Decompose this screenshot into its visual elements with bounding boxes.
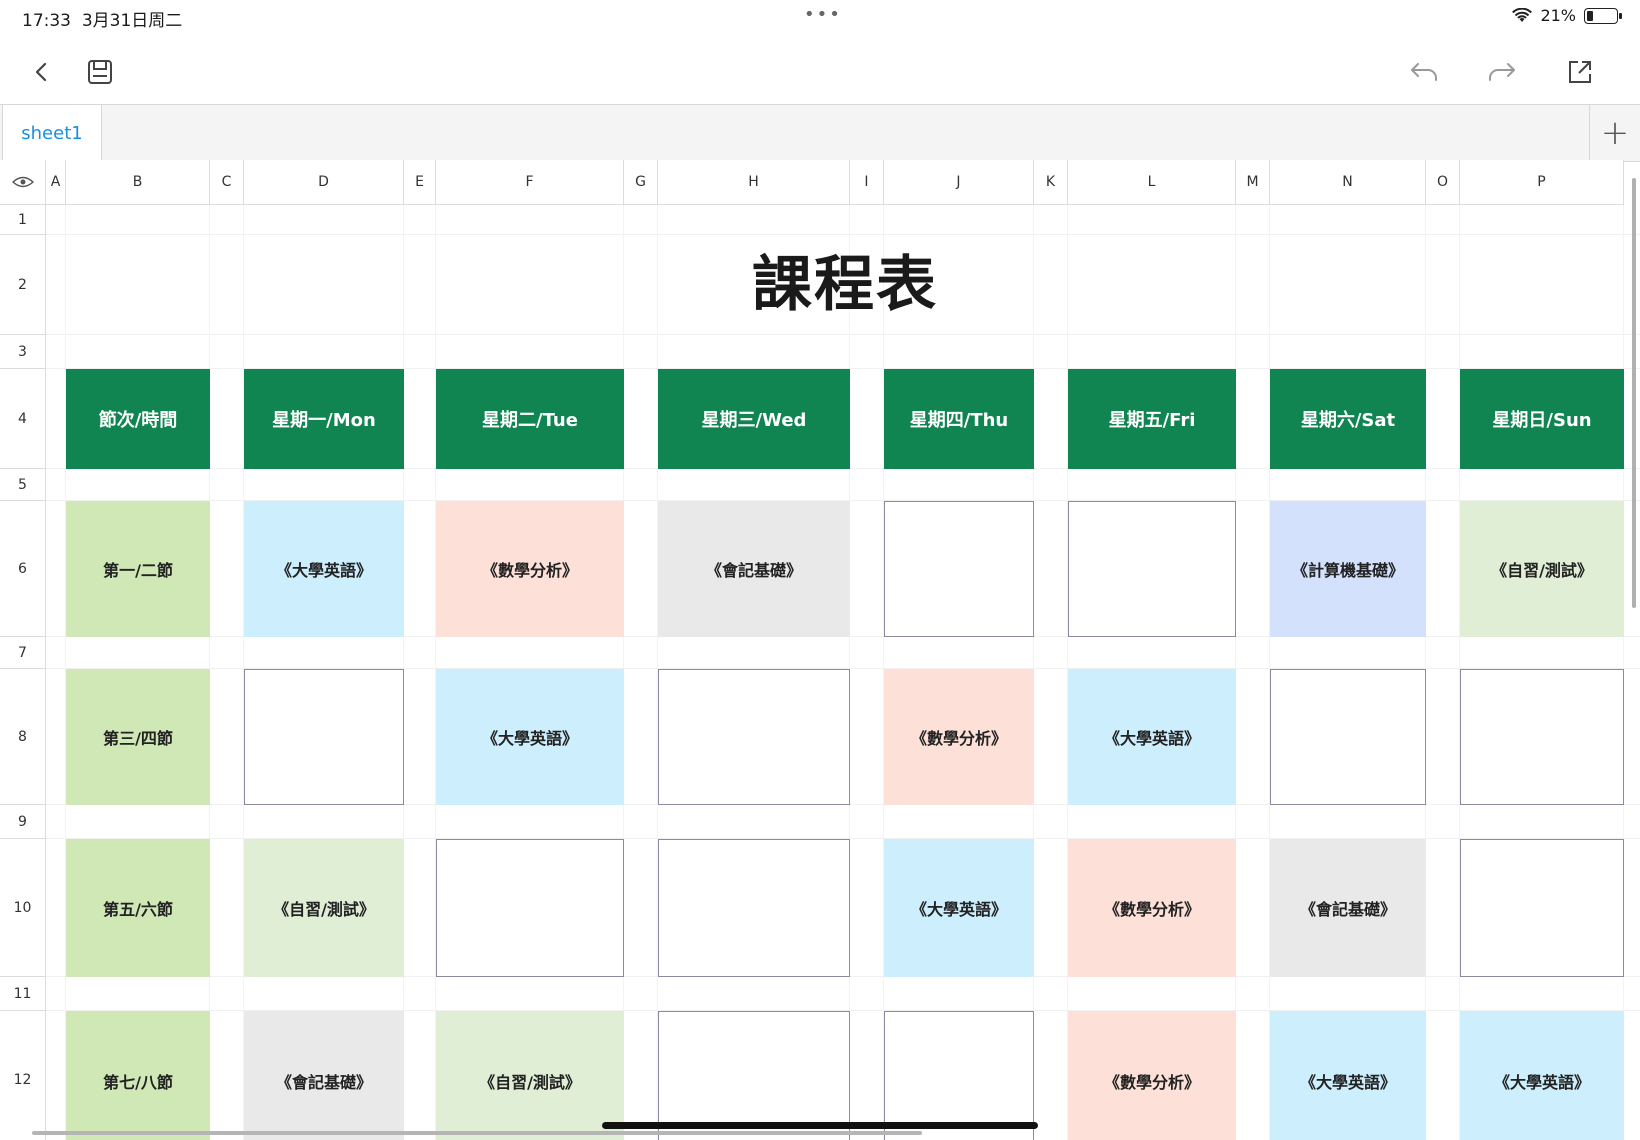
- day-header[interactable]: 星期日/Sun: [1460, 369, 1624, 469]
- empty-course-cell[interactable]: [658, 839, 850, 977]
- row-header-1[interactable]: 1: [0, 205, 46, 235]
- battery-icon: [1584, 7, 1622, 24]
- row-header-4[interactable]: 4: [0, 369, 46, 469]
- period-cell[interactable]: 第七/八節: [66, 1011, 210, 1140]
- column-header-j[interactable]: J: [884, 160, 1034, 205]
- course-cell[interactable]: 《大學英語》: [1460, 1011, 1624, 1140]
- back-button[interactable]: [22, 52, 62, 92]
- column-header-c[interactable]: C: [210, 160, 244, 205]
- row-header-2[interactable]: 2: [0, 235, 46, 335]
- empty-course-cell[interactable]: [1068, 501, 1236, 637]
- row-gridline: [46, 334, 1640, 335]
- share-icon: [1569, 61, 1591, 83]
- course-cell[interactable]: 《大學英語》: [436, 669, 624, 805]
- course-cell[interactable]: 《大學英語》: [1270, 1011, 1426, 1140]
- column-header-n[interactable]: N: [1270, 160, 1426, 205]
- row-header-5[interactable]: 5: [0, 469, 46, 501]
- sheet-title[interactable]: 課程表: [66, 240, 1624, 330]
- column-header-o[interactable]: O: [1426, 160, 1460, 205]
- battery-percent: 21%: [1540, 6, 1576, 25]
- horizontal-scrollbar[interactable]: [32, 1131, 922, 1135]
- sheet-tab-bar: sheet1 +: [0, 104, 1640, 162]
- empty-course-cell[interactable]: [658, 1011, 850, 1140]
- redo-icon: [1489, 63, 1515, 81]
- course-cell[interactable]: 《自習/測試》: [436, 1011, 624, 1140]
- add-sheet-button[interactable]: +: [1589, 105, 1640, 161]
- status-bar: 17:33 3月31日周二 ••• 21%: [0, 0, 1640, 36]
- vertical-scrollbar[interactable]: [1632, 178, 1636, 608]
- home-indicator[interactable]: [602, 1122, 1038, 1129]
- column-header-p[interactable]: P: [1460, 160, 1624, 205]
- day-header[interactable]: 星期六/Sat: [1270, 369, 1426, 469]
- empty-course-cell[interactable]: [1460, 839, 1624, 977]
- empty-course-cell[interactable]: [436, 839, 624, 977]
- course-cell[interactable]: 《自習/測試》: [1460, 501, 1624, 637]
- column-header-i[interactable]: I: [850, 160, 884, 205]
- tab-sheet1[interactable]: sheet1: [2, 105, 102, 161]
- day-header[interactable]: 星期一/Mon: [244, 369, 404, 469]
- course-cell[interactable]: 《數學分析》: [1068, 839, 1236, 977]
- column-header-a[interactable]: A: [46, 160, 66, 205]
- empty-course-cell[interactable]: [1270, 669, 1426, 805]
- course-cell[interactable]: 《大學英語》: [884, 839, 1034, 977]
- row-header-12[interactable]: 12: [0, 1011, 46, 1140]
- row-gridline: [46, 234, 1640, 235]
- day-header[interactable]: 星期五/Fri: [1068, 369, 1236, 469]
- eye-icon: [12, 176, 34, 188]
- status-time: 17:33 3月31日周二: [22, 11, 183, 31]
- row-header-7[interactable]: 7: [0, 637, 46, 669]
- empty-course-cell[interactable]: [884, 1011, 1034, 1140]
- period-cell[interactable]: 第一/二節: [66, 501, 210, 637]
- column-header-e[interactable]: E: [404, 160, 436, 205]
- empty-course-cell[interactable]: [884, 501, 1034, 637]
- course-cell[interactable]: 《數學分析》: [436, 501, 624, 637]
- undo-button[interactable]: [1404, 52, 1444, 92]
- day-header[interactable]: 星期二/Tue: [436, 369, 624, 469]
- toolbar: [0, 36, 1640, 104]
- spreadsheet-grid[interactable]: A B C D E F G H I J K L M N O P 1 2 3 4 5 6 7 8 9 10 11 12 課程表 節次/時間星…: [0, 160, 1640, 1140]
- save-icon: [88, 60, 112, 84]
- multitask-dots-icon[interactable]: •••: [804, 4, 842, 25]
- course-cell[interactable]: 《大學英語》: [1068, 669, 1236, 805]
- day-header[interactable]: 節次/時間: [66, 369, 210, 469]
- day-header[interactable]: 星期三/Wed: [658, 369, 850, 469]
- column-header-f[interactable]: F: [436, 160, 624, 205]
- period-cell[interactable]: 第五/六節: [66, 839, 210, 977]
- column-header-k[interactable]: K: [1034, 160, 1068, 205]
- row-header-11[interactable]: 11: [0, 977, 46, 1011]
- day-header[interactable]: 星期四/Thu: [884, 369, 1034, 469]
- row-header-3[interactable]: 3: [0, 335, 46, 369]
- wifi-icon: [1512, 7, 1533, 22]
- column-header-l[interactable]: L: [1068, 160, 1236, 205]
- row-header-10[interactable]: 10: [0, 839, 46, 977]
- status-date: 3月31日周二: [81, 11, 183, 31]
- row-header-6[interactable]: 6: [0, 501, 46, 637]
- status-right: 21%: [1512, 6, 1622, 25]
- redo-button[interactable]: [1482, 52, 1522, 92]
- row-header-8[interactable]: 8: [0, 669, 46, 805]
- course-cell[interactable]: 《計算機基礎》: [1270, 501, 1426, 637]
- empty-course-cell[interactable]: [244, 669, 404, 805]
- course-cell[interactable]: 《自習/測試》: [244, 839, 404, 977]
- column-header-g[interactable]: G: [624, 160, 658, 205]
- save-button[interactable]: [80, 52, 120, 92]
- course-cell[interactable]: 《會記基礎》: [244, 1011, 404, 1140]
- course-cell[interactable]: 《數學分析》: [1068, 1011, 1236, 1140]
- period-cell[interactable]: 第三/四節: [66, 669, 210, 805]
- column-header-b[interactable]: B: [66, 160, 210, 205]
- column-header-h[interactable]: H: [658, 160, 850, 205]
- column-header-m[interactable]: M: [1236, 160, 1270, 205]
- course-cell[interactable]: 《會記基礎》: [658, 501, 850, 637]
- row-header-9[interactable]: 9: [0, 805, 46, 839]
- course-cell[interactable]: 《數學分析》: [884, 669, 1034, 805]
- empty-course-cell[interactable]: [658, 669, 850, 805]
- undo-icon: [1411, 63, 1437, 81]
- course-cell[interactable]: 《大學英語》: [244, 501, 404, 637]
- course-cell[interactable]: 《會記基礎》: [1270, 839, 1426, 977]
- column-header-d[interactable]: D: [244, 160, 404, 205]
- chevron-left-icon: [35, 62, 47, 82]
- select-all-corner[interactable]: [0, 160, 46, 205]
- empty-course-cell[interactable]: [1460, 669, 1624, 805]
- share-button[interactable]: [1560, 52, 1600, 92]
